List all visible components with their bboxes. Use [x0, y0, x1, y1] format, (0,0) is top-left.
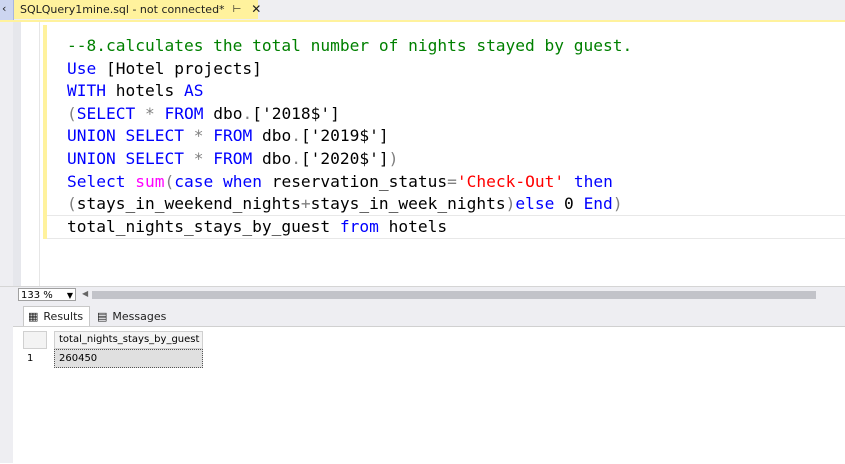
- code-token: *: [193, 126, 204, 146]
- code-token: stays_in_week_nights: [310, 194, 506, 214]
- code-token: Use: [67, 58, 97, 78]
- code-token: .: [291, 126, 301, 146]
- row-number[interactable]: 1: [23, 349, 47, 368]
- code-token: +: [300, 194, 311, 214]
- code-token: AS: [183, 81, 204, 101]
- code-token: ): [612, 194, 623, 214]
- results-grid[interactable]: total_nights_stays_by_guest 1 260450: [13, 326, 845, 464]
- code-line[interactable]: (stays_in_weekend_nights+stays_in_week_n…: [67, 193, 632, 216]
- code-token: sum: [135, 171, 165, 191]
- code-token: (: [67, 103, 77, 123]
- code-line[interactable]: UNION SELECT * FROM dbo.['2020$']): [67, 148, 632, 171]
- code-token: [Hotel projects]: [96, 58, 262, 78]
- code-token: --8.calculates the total number of night…: [67, 36, 633, 55]
- tool-window-strip[interactable]: ‹: [0, 0, 14, 20]
- pin-icon[interactable]: ⊢: [233, 4, 242, 15]
- tab-messages[interactable]: ▤ Messages: [93, 306, 170, 326]
- code-token: SELECT: [125, 148, 184, 168]
- editor-gutter: [21, 22, 40, 286]
- collapse-chevron-icon[interactable]: ‹: [2, 2, 6, 15]
- results-tab-bar: ▦ Results ▤ Messages: [13, 303, 845, 326]
- column-header[interactable]: total_nights_stays_by_guest: [54, 331, 203, 349]
- code-token: =: [447, 171, 457, 191]
- code-token: when: [222, 171, 262, 191]
- code-token: total_nights_stays_by_guest: [67, 216, 340, 236]
- zoom-value: 133 %: [21, 290, 53, 301]
- result-cell[interactable]: 260450: [54, 349, 203, 368]
- code-token: 0: [554, 194, 584, 214]
- code-token: FROM: [213, 126, 253, 146]
- editor-vertical-scrollbar[interactable]: [13, 22, 21, 286]
- chevron-down-icon[interactable]: ▼: [67, 289, 73, 302]
- code-token: hotels: [105, 81, 184, 101]
- code-line[interactable]: --8.calculates the total number of night…: [67, 35, 632, 58]
- horizontal-scroll-thumb[interactable]: [92, 291, 816, 299]
- code-line[interactable]: Use [Hotel projects]: [67, 58, 632, 81]
- code-token: UNION: [67, 126, 116, 146]
- code-token: ['2020$']: [300, 148, 389, 168]
- code-token: dbo: [252, 148, 292, 168]
- code-token: ): [505, 194, 516, 214]
- code-line[interactable]: WITH hotels AS: [67, 80, 632, 103]
- code-token: SELECT: [125, 126, 184, 146]
- code-token: 'Check-Out': [456, 171, 565, 191]
- code-token: .: [291, 148, 301, 168]
- grid-corner-header[interactable]: [23, 331, 47, 349]
- code-token: (: [164, 171, 175, 191]
- query-document-tab[interactable]: SQLQuery1mine.sql - not connected* ⊢ ✕: [14, 0, 261, 19]
- change-indicator-bar: [43, 25, 47, 239]
- code-token: else: [515, 194, 555, 214]
- messages-icon: ▤: [97, 309, 108, 323]
- code-token: ['2019$']: [300, 126, 389, 146]
- scroll-left-icon[interactable]: ◀: [82, 289, 88, 298]
- code-token: .: [242, 103, 253, 123]
- tab-messages-label: Messages: [112, 309, 167, 323]
- code-token: UNION: [67, 148, 116, 168]
- code-token: from: [339, 216, 379, 236]
- code-token: FROM: [164, 103, 204, 123]
- results-left-strip: [0, 303, 13, 463]
- code-token: *: [193, 148, 204, 168]
- zoom-dropdown[interactable]: 133 % ▼: [18, 288, 76, 301]
- tab-title: SQLQuery1mine.sql - not connected*: [20, 2, 225, 16]
- code-token: ['2018$']: [252, 103, 340, 123]
- code-token: *: [144, 103, 155, 123]
- code-token: stays_in_weekend_nights: [76, 194, 301, 214]
- code-line[interactable]: total_nights_stays_by_guest from hotels: [67, 216, 632, 239]
- code-token: dbo: [203, 103, 243, 123]
- grid-icon: ▦: [28, 310, 39, 323]
- code-token: WITH: [67, 81, 106, 101]
- sql-editor[interactable]: --8.calculates the total number of night…: [0, 22, 845, 286]
- code-token: then: [573, 171, 613, 191]
- code-token: dbo: [252, 126, 292, 146]
- code-line[interactable]: Select sum(case when reservation_status=…: [67, 171, 632, 194]
- code-token: End: [583, 194, 613, 214]
- code-line[interactable]: UNION SELECT * FROM dbo.['2019$']: [67, 125, 632, 148]
- code-area[interactable]: --8.calculates the total number of night…: [67, 35, 632, 238]
- code-token: (: [67, 194, 77, 214]
- code-token: reservation_status: [261, 171, 448, 191]
- editor-left-strip: [0, 22, 13, 286]
- code-token: ): [388, 148, 399, 168]
- code-token: FROM: [213, 148, 253, 168]
- tab-results[interactable]: ▦ Results: [23, 306, 91, 326]
- code-token: SELECT: [76, 103, 136, 123]
- code-token: case: [174, 171, 214, 191]
- code-line[interactable]: (SELECT * FROM dbo.['2018$']: [67, 103, 632, 126]
- code-token: hotels: [378, 216, 448, 236]
- close-icon[interactable]: ✕: [251, 2, 261, 16]
- tab-results-label: Results: [43, 310, 84, 323]
- editor-status-strip: 133 % ▼ ◀: [0, 286, 845, 303]
- code-token: Select: [67, 171, 126, 191]
- document-tab-bar: ‹ SQLQuery1mine.sql - not connected* ⊢ ✕: [0, 0, 845, 20]
